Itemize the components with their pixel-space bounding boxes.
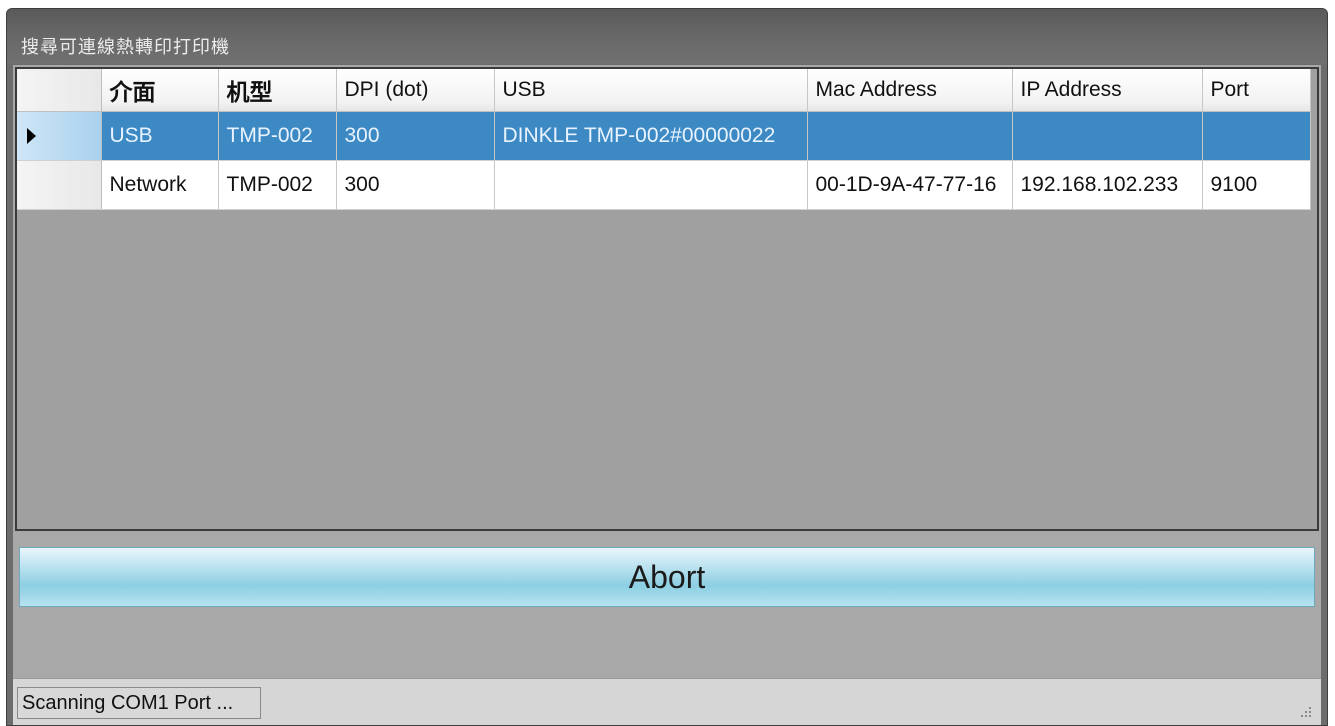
status-text: Scanning COM1 Port ...: [17, 687, 261, 719]
cell-dpi[interactable]: 300: [336, 111, 495, 161]
cell-ip-address[interactable]: [1012, 111, 1203, 161]
row-header-corner: [17, 69, 102, 112]
column-header-dpi[interactable]: DPI (dot): [336, 69, 495, 112]
cell-interface[interactable]: Network: [101, 160, 219, 210]
cell-port[interactable]: 9100: [1202, 160, 1311, 210]
table-row[interactable]: USB TMP-002 300 DINKLE TMP-002#00000022: [17, 111, 1311, 161]
table-row[interactable]: Network TMP-002 300 00-1D-9A-47-77-16 19…: [17, 160, 1311, 210]
window-client-area: 介面 机型 DPI (dot) USB Mac Address IP Addre…: [13, 65, 1321, 725]
cell-model[interactable]: TMP-002: [218, 160, 337, 210]
window-title: 搜尋可連線熱轉印打印機: [21, 37, 230, 58]
abort-button[interactable]: Abort: [19, 547, 1315, 607]
column-header-interface[interactable]: 介面: [101, 69, 219, 112]
printer-search-window: 搜尋可連線熱轉印打印機 介面 机型 DPI (dot) USB Mac Addr…: [6, 8, 1328, 726]
header-row: 介面 机型 DPI (dot) USB Mac Address IP Addre…: [17, 69, 1311, 112]
cell-usb[interactable]: [494, 160, 808, 210]
resize-grip-icon[interactable]: [1297, 703, 1313, 719]
cell-mac-address[interactable]: [807, 111, 1013, 161]
column-header-model[interactable]: 机型: [218, 69, 337, 112]
printer-table: 介面 机型 DPI (dot) USB Mac Address IP Addre…: [17, 69, 1311, 210]
printer-data-grid[interactable]: 介面 机型 DPI (dot) USB Mac Address IP Addre…: [15, 67, 1319, 531]
column-header-mac-address[interactable]: Mac Address: [807, 69, 1013, 112]
cell-dpi[interactable]: 300: [336, 160, 495, 210]
column-header-ip-address[interactable]: IP Address: [1012, 69, 1203, 112]
cell-model[interactable]: TMP-002: [218, 111, 337, 161]
row-header[interactable]: [17, 111, 102, 161]
column-header-port[interactable]: Port: [1202, 69, 1311, 112]
title-bar[interactable]: 搜尋可連線熱轉印打印機: [7, 9, 1327, 64]
cell-interface[interactable]: USB: [101, 111, 219, 161]
status-bar: Scanning COM1 Port ...: [13, 678, 1321, 725]
column-header-usb[interactable]: USB: [494, 69, 808, 112]
cell-ip-address[interactable]: 192.168.102.233: [1012, 160, 1203, 210]
cell-usb[interactable]: DINKLE TMP-002#00000022: [494, 111, 808, 161]
row-header[interactable]: [17, 160, 102, 210]
cell-mac-address[interactable]: 00-1D-9A-47-77-16: [807, 160, 1013, 210]
cell-port[interactable]: [1202, 111, 1311, 161]
current-row-arrow-icon: [27, 127, 36, 144]
